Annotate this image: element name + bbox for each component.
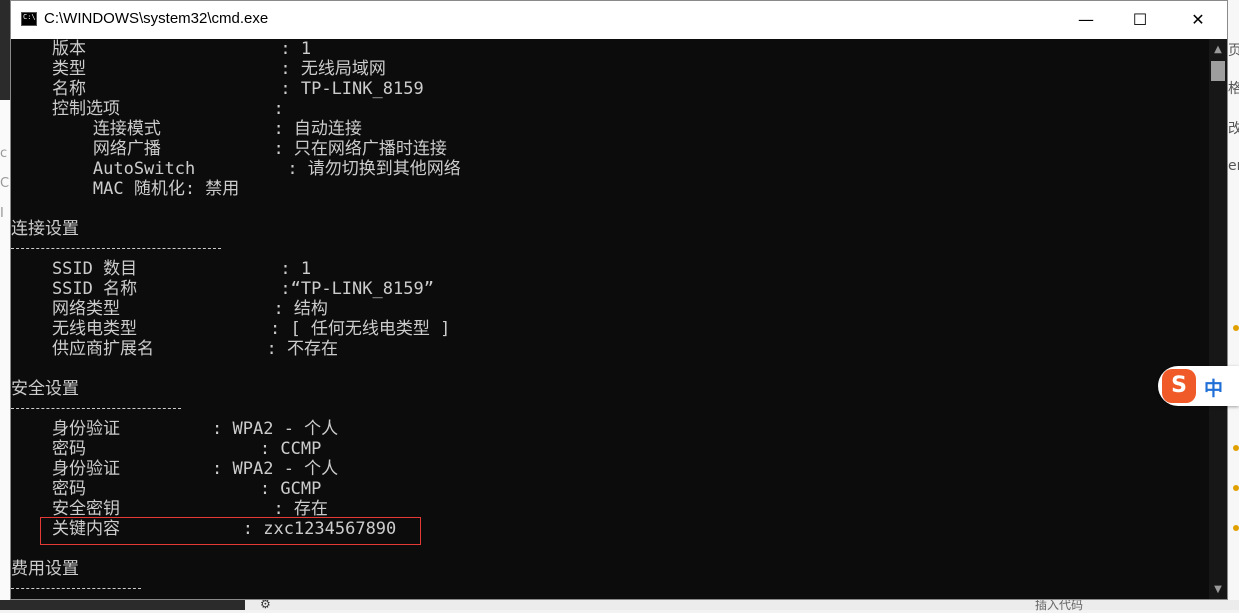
section-heading-security: 安全设置 [11, 379, 79, 399]
background-fragment: er [1228, 158, 1239, 174]
console-line: 无线电类型 : [ 任何无线电类型 ] [11, 319, 451, 339]
background-fragment: I [0, 206, 4, 221]
section-heading-cost: 费用设置 [11, 559, 79, 579]
background-fragment: C [0, 176, 10, 191]
background-dot [1233, 525, 1239, 531]
console-line: 身份验证 : WPA2 - 个人 [11, 419, 339, 439]
background-dot [1233, 485, 1239, 491]
background-fragment: 改 [1228, 121, 1239, 137]
console-line: 身份验证 : WPA2 - 个人 [11, 459, 339, 479]
console-line: MAC 随机化: 禁用 [11, 179, 240, 199]
console-line: 密码 : CCMP [11, 439, 322, 459]
console-line: 连接模式 : 自动连接 [11, 119, 362, 139]
cmd-window: C:\ C:\WINDOWS\system32\cmd.exe — ☐ ✕ 版本… [10, 0, 1228, 600]
section-separator [11, 588, 141, 589]
section-separator [11, 248, 221, 249]
key-content-highlight-box [40, 517, 421, 545]
window-title: C:\WINDOWS\system32\cmd.exe [44, 10, 269, 27]
console-line: 版本 : 1 [11, 39, 312, 59]
ime-mode-toggle[interactable]: 中 [1204, 374, 1223, 401]
console-output[interactable]: 版本 : 1 类型 : 无线局域网 名称 : TP-LINK_8159 控制选项… [11, 39, 1209, 599]
section-heading-connection: 连接设置 [11, 219, 79, 239]
console-line: 安全密钥 : 存在 [11, 499, 328, 519]
console-line: SSID 名称 :“TP-LINK_8159” [11, 279, 434, 299]
background-dark-panel [0, 600, 245, 610]
sogou-logo-icon[interactable]: S [1162, 369, 1196, 403]
scrollbar-thumb[interactable] [1211, 61, 1225, 81]
scroll-up-arrow-icon[interactable]: ▲ [1209, 41, 1227, 59]
title-bar[interactable]: C:\ C:\WINDOWS\system32\cmd.exe — ☐ ✕ [11, 1, 1227, 39]
close-button[interactable]: ✕ [1175, 1, 1221, 39]
background-fragment: c [0, 146, 8, 161]
background-fragment: 页 [1228, 43, 1239, 59]
minimize-button[interactable]: — [1063, 1, 1109, 39]
background-dot [1233, 325, 1239, 331]
scroll-down-arrow-icon[interactable]: ▼ [1209, 581, 1227, 599]
vertical-scrollbar[interactable]: ▲ ▼ [1209, 39, 1227, 599]
ime-toolbar[interactable]: S 中 [1158, 366, 1239, 406]
background-left-strip: c C I [0, 0, 10, 610]
console-line: 网络类型 : 结构 [11, 299, 328, 319]
console-line: 类型 : 无线局域网 [11, 59, 386, 79]
background-fragment: 格 [1228, 81, 1239, 97]
maximize-button[interactable]: ☐ [1117, 1, 1163, 39]
cmd-app-icon[interactable]: C:\ [21, 12, 37, 26]
console-line: 名称 : TP-LINK_8159 [11, 79, 424, 99]
console-line: 密码 : GCMP [11, 479, 322, 499]
console-line: AutoSwitch : 请勿切换到其他网络 [11, 159, 461, 179]
background-dot [1233, 445, 1239, 451]
console-line: SSID 数目 : 1 [11, 259, 312, 279]
section-separator [11, 408, 181, 409]
background-dark-panel [0, 0, 10, 100]
background-right-strip: 页 格 改 er [1228, 0, 1239, 610]
console-line: 供应商扩展名 : 不存在 [11, 339, 338, 359]
console-line: 控制选项 : [11, 99, 284, 119]
console-line: 网络广播 : 只在网络广播时连接 [11, 139, 447, 159]
background-bottom-strip: ⚙ 插入代码 [0, 597, 1239, 612]
